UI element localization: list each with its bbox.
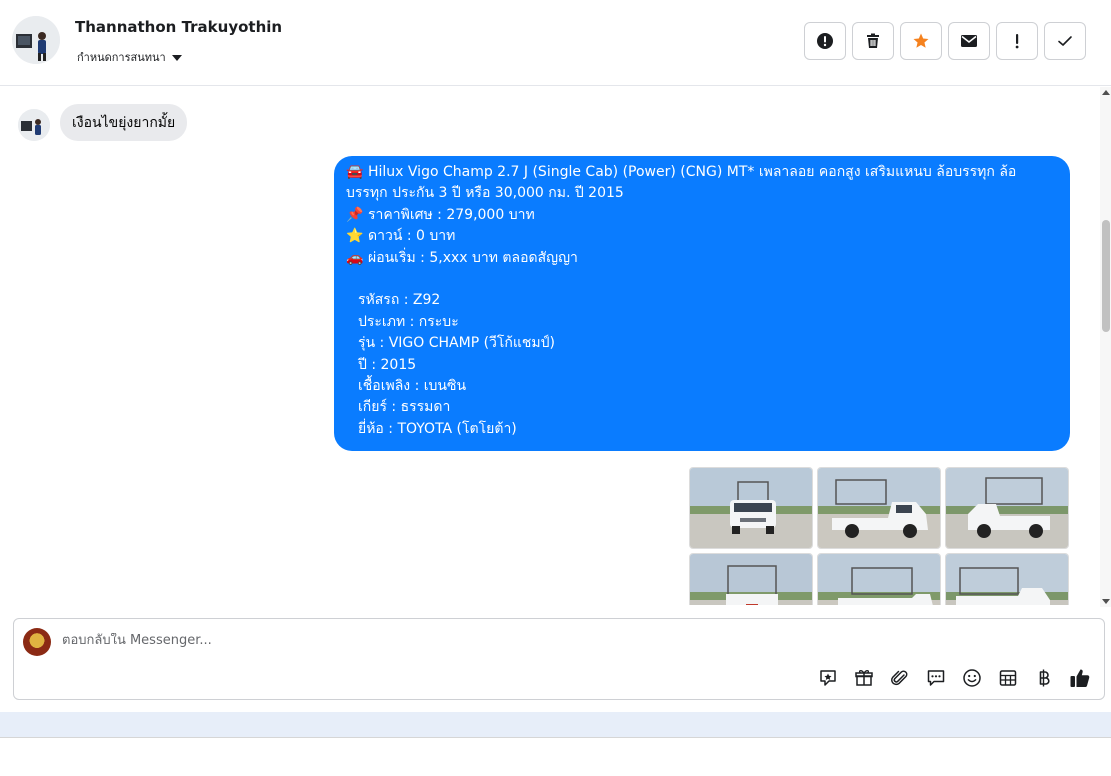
envelope-icon [961, 35, 977, 47]
car-photo[interactable] [817, 467, 941, 549]
page-avatar [23, 628, 51, 656]
installment-line: 🚗 ผ่อนเริ่ม : 5,xxx บาท ตลอดสัญญา [346, 248, 1056, 269]
car-emoji-icon: 🚘 [346, 164, 364, 180]
baht-icon [1039, 669, 1050, 687]
exclamation-circle-icon [817, 33, 833, 49]
reply-input[interactable] [62, 633, 762, 648]
car-emoji-icon: 🚗 [346, 249, 364, 266]
sender-avatar [18, 109, 50, 141]
outgoing-message[interactable]: 🚘 Hilux Vigo Champ 2.7 J (Single Cab) (Po… [334, 156, 1070, 451]
composer-toolbar [816, 666, 1092, 690]
car-photo[interactable] [817, 553, 941, 605]
trash-icon [867, 33, 879, 48]
payment-button[interactable] [1032, 666, 1056, 690]
header-actions [804, 22, 1086, 60]
sticker-button[interactable] [816, 666, 840, 690]
footer-band [0, 712, 1111, 737]
pushpin-emoji-icon: 📌 [346, 206, 364, 223]
star-emoji-icon: ⭐ [346, 228, 364, 245]
mark-spam-button[interactable] [804, 22, 846, 60]
thread-scrollbar[interactable] [1100, 87, 1111, 607]
emoji-icon [963, 669, 981, 687]
car-year: ปี : 2015 [358, 356, 417, 373]
table-button[interactable] [996, 666, 1020, 690]
down-payment-line: ⭐ ดาวน์ : 0 บาท [346, 226, 1056, 247]
car-model: รุ่น : VIGO CHAMP (วีโก้แชมป์) [358, 335, 556, 352]
down-payment-text: ดาวน์ : 0 บาท [368, 228, 456, 245]
price-text: ราคาพิเศษ : 279,000 บาท [368, 206, 535, 223]
contact-name[interactable]: Thannathon Trakuyothin [75, 18, 282, 36]
follow-up-button[interactable] [996, 22, 1038, 60]
mark-unread-button[interactable] [948, 22, 990, 60]
attach-button[interactable] [888, 666, 912, 690]
sticker-icon [820, 670, 836, 686]
car-fuel: เชื้อเพลิง : เบนซิน [358, 378, 467, 395]
scrollbar-thumb[interactable] [1102, 220, 1110, 332]
car-photo[interactable] [945, 467, 1069, 549]
car-brand: ยี่ห้อ : TOYOTA (โตโยต้า) [358, 420, 517, 437]
car-code: รหัสรถ : Z92 [358, 292, 441, 309]
conversation-settings-label: กำหนดการสนทนา [77, 51, 166, 64]
like-button[interactable] [1068, 666, 1092, 690]
car-photo[interactable] [689, 467, 813, 549]
installment-text: ผ่อนเริ่ม : 5,xxx บาท ตลอดสัญญา [368, 249, 578, 266]
contact-avatar[interactable] [12, 16, 60, 64]
incoming-message-text: เงือนไขยุ่งยากมั้ย [72, 114, 176, 131]
message-thread[interactable]: เงือนไขยุ่งยากมั้ย 🚘 Hilux Vigo Champ 2.7… [0, 87, 1100, 605]
scroll-up-icon[interactable] [1102, 90, 1110, 95]
message-title: Hilux Vigo Champ 2.7 J (Single Cab) (Pow… [346, 164, 1017, 202]
car-type: ประเภท : กระบะ [358, 313, 459, 330]
mark-done-button[interactable] [1044, 22, 1086, 60]
scroll-down-icon[interactable] [1102, 599, 1110, 604]
footer-divider [0, 737, 1111, 738]
chat-bubbles-icon [927, 670, 945, 686]
table-icon [999, 670, 1017, 686]
star-icon [913, 33, 929, 48]
incoming-message[interactable]: เงือนไขยุ่งยากมั้ย [60, 104, 188, 141]
caret-down-icon [171, 54, 182, 61]
star-button[interactable] [900, 22, 942, 60]
gift-button[interactable] [852, 666, 876, 690]
saved-replies-button[interactable] [924, 666, 948, 690]
conversation-settings-dropdown[interactable]: กำหนดการสนทนา [77, 48, 182, 66]
gift-icon [855, 670, 873, 686]
message-title-line: 🚘 Hilux Vigo Champ 2.7 J (Single Cab) (Po… [346, 162, 1056, 205]
check-icon [1058, 36, 1072, 46]
paperclip-icon [891, 670, 908, 686]
photo-grid [689, 467, 1069, 605]
car-photo[interactable] [689, 553, 813, 605]
exclamation-icon [1015, 34, 1019, 49]
car-gear: เกียร์ : ธรรมดา [358, 399, 451, 416]
thumbs-up-icon [1070, 669, 1090, 687]
delete-button[interactable] [852, 22, 894, 60]
emoji-button[interactable] [960, 666, 984, 690]
reply-composer [13, 618, 1105, 700]
price-line: 📌 ราคาพิเศษ : 279,000 บาท [346, 205, 1056, 226]
car-photo[interactable] [945, 553, 1069, 605]
conversation-header: Thannathon Trakuyothin กำหนดการสนทนา [0, 0, 1111, 86]
